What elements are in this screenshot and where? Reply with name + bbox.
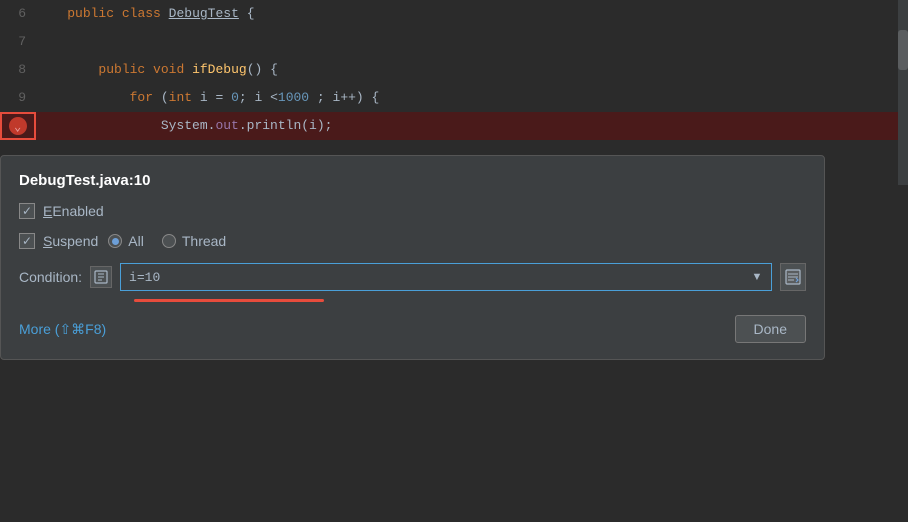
line-number-9: 9 — [0, 84, 36, 112]
dialog-footer: More (⇧⌘F8) Done — [19, 315, 806, 343]
code-content-8: public void ifDebug() { — [36, 56, 278, 84]
condition-label: Condition: — [19, 269, 82, 285]
code-content-9: for (int i = 0; i <1000 ; i++) { — [36, 84, 379, 112]
code-line-7: 7 — [0, 28, 908, 56]
thread-label: Thread — [182, 233, 226, 249]
line-number-6: 6 — [0, 0, 36, 28]
condition-icon-button[interactable] — [90, 266, 112, 288]
line-number-7: 7 — [0, 28, 36, 56]
all-label: All — [128, 233, 144, 249]
dialog-title: DebugTest.java:10 — [19, 172, 806, 189]
more-link[interactable]: More (⇧⌘F8) — [19, 321, 106, 338]
thread-radio-option[interactable]: Thread — [162, 233, 226, 249]
code-line-9: 9 for (int i = 0; i <1000 ; i++) { — [0, 84, 908, 112]
enabled-label: EEnabled — [43, 203, 104, 219]
breakpoint-box — [0, 112, 36, 140]
enabled-row: EEnabled — [19, 203, 806, 219]
suspend-radio-group: All Thread — [108, 233, 226, 249]
breakpoint-dialog: DebugTest.java:10 EEnabled Suspend All T… — [0, 155, 825, 360]
code-line-6: 6 public class DebugTest { — [0, 0, 908, 28]
suspend-row: Suspend All Thread — [19, 233, 806, 249]
breakpoint-icon[interactable] — [9, 117, 27, 135]
condition-dropdown-button[interactable]: ▼ — [747, 264, 767, 290]
condition-input[interactable] — [125, 270, 747, 285]
condition-error-underline — [134, 299, 324, 303]
suspend-label: Suspend — [43, 233, 98, 249]
enabled-checkbox[interactable] — [19, 203, 35, 219]
code-content-10: System.out.println(i); — [36, 112, 332, 140]
condition-row: Condition: ▼ — [19, 263, 806, 291]
thread-radio[interactable] — [162, 234, 176, 248]
code-content-6: public class DebugTest { — [36, 0, 255, 28]
line-number-8: 8 — [0, 56, 36, 84]
code-line-8: 8 public void ifDebug() { — [0, 56, 908, 84]
done-button[interactable]: Done — [735, 315, 806, 343]
enabled-checkbox-label[interactable]: EEnabled — [19, 203, 104, 219]
suspend-checkbox-label[interactable]: Suspend — [19, 233, 98, 249]
code-line-10: System.out.println(i); — [0, 112, 908, 140]
scrollbar-track — [898, 0, 908, 185]
all-radio[interactable] — [108, 234, 122, 248]
condition-expand-button[interactable] — [780, 263, 806, 291]
scrollbar-thumb[interactable] — [898, 30, 908, 70]
suspend-checkbox[interactable] — [19, 233, 35, 249]
all-radio-option[interactable]: All — [108, 233, 144, 249]
condition-input-wrapper: ▼ — [120, 263, 772, 291]
